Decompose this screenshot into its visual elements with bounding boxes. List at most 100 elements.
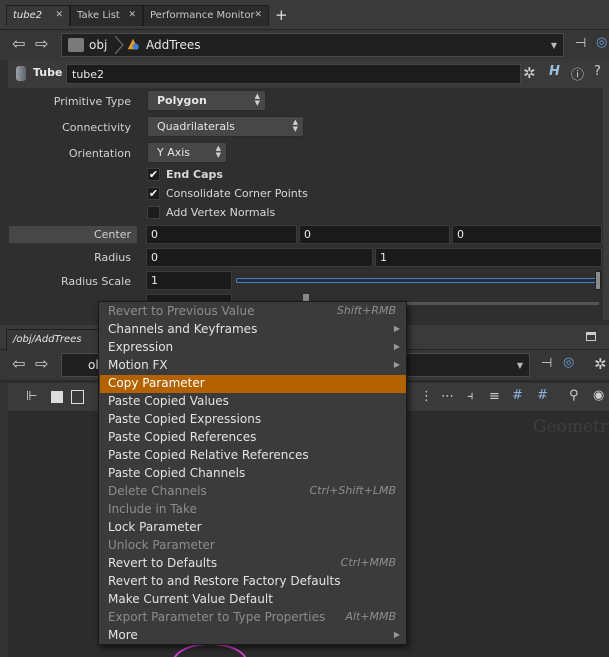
- menu-item-shortcut: Alt+MMB: [345, 610, 396, 623]
- back-arrow-icon[interactable]: ⇦: [12, 34, 25, 53]
- menu-item-label: Paste Copied References: [108, 430, 257, 444]
- node-name-field[interactable]: tube2: [66, 64, 521, 84]
- close-icon[interactable]: ✕: [254, 10, 262, 20]
- menu-item-paste-copied-values[interactable]: Paste Copied Values: [100, 393, 406, 411]
- menu-item-shortcut: Shift+RMB: [336, 304, 396, 317]
- tab-tube2[interactable]: tube2 ✕: [6, 5, 70, 26]
- gear-icon[interactable]: ✲: [523, 64, 536, 82]
- radius-bottom-field[interactable]: 0: [146, 248, 373, 267]
- vertex-normals-checkbox[interactable]: [147, 206, 160, 219]
- close-icon[interactable]: ✕: [55, 10, 63, 20]
- orientation-value: Y Axis: [157, 146, 191, 159]
- consolidate-checkbox[interactable]: ✔: [147, 187, 160, 200]
- end-caps-checkbox[interactable]: ✔: [147, 168, 160, 181]
- close-icon[interactable]: ✕: [128, 10, 136, 20]
- menu-item-expression[interactable]: Expression ▶: [100, 339, 406, 357]
- breadcrumb-separator-icon: [114, 36, 124, 54]
- pin-icon[interactable]: ⊣: [541, 356, 552, 371]
- tab-label: Take List: [77, 10, 120, 21]
- breadcrumb-node[interactable]: AddTrees: [146, 38, 201, 52]
- radius-scale-field[interactable]: 1: [146, 271, 232, 290]
- orientation-menu[interactable]: Y Axis ▲ ▼: [147, 142, 227, 163]
- geometry-node-icon: [127, 38, 139, 50]
- path-breadcrumb[interactable]: obj AddTrees ▼: [61, 33, 564, 57]
- link-icon[interactable]: ◎: [563, 355, 574, 370]
- spinner-arrows-icon: ▲ ▼: [254, 92, 260, 107]
- spinner-arrows-icon: ▲ ▼: [292, 118, 298, 133]
- snap-grid-icon[interactable]: #: [512, 388, 523, 403]
- eye-icon[interactable]: ◉: [593, 388, 604, 403]
- left-gutter: [0, 383, 8, 657]
- menu-item-label: Lock Parameter: [108, 520, 202, 534]
- menu-item-lock-parameter[interactable]: Lock Parameter: [100, 519, 406, 537]
- menu-item-unlock-parameter: Unlock Parameter: [100, 537, 406, 555]
- menu-item-label: Revert to Defaults: [108, 556, 218, 570]
- forward-arrow-icon[interactable]: ⇨: [35, 34, 48, 53]
- primitive-type-menu[interactable]: Polygon ▲ ▼: [147, 90, 266, 111]
- help-h-icon[interactable]: H: [549, 64, 560, 79]
- info-icon[interactable]: ⓘ: [571, 64, 584, 83]
- help-icon[interactable]: ?: [594, 64, 601, 79]
- radius-scale-slider[interactable]: [236, 278, 599, 283]
- center-x-field[interactable]: 0: [146, 225, 297, 244]
- tab-label: tube2: [13, 10, 43, 21]
- forward-arrow-icon[interactable]: ⇨: [35, 354, 48, 373]
- connectivity-label: Connectivity: [62, 121, 131, 134]
- submenu-arrow-icon: ▶: [393, 630, 400, 639]
- align-horizontal-icon[interactable]: ⋯: [441, 389, 454, 404]
- connectivity-value: Quadrilaterals: [157, 120, 235, 133]
- align-icon[interactable]: ⋮: [420, 389, 433, 404]
- pin-icon[interactable]: ⊣: [575, 36, 586, 51]
- menu-item-label: Delete Channels: [108, 484, 207, 498]
- tree-view-icon[interactable]: ⊩: [26, 389, 37, 404]
- dropdown-arrow-icon[interactable]: ▼: [517, 361, 523, 370]
- sheet-view-icon[interactable]: [71, 390, 84, 404]
- list-view-icon[interactable]: [51, 391, 63, 403]
- tab-obj-addtrees[interactable]: /obj/AddTrees: [6, 329, 101, 350]
- add-tab-icon[interactable]: +: [275, 6, 288, 24]
- vertex-normals-label: Add Vertex Normals: [166, 206, 276, 219]
- center-label: Center: [93, 228, 131, 241]
- dropdown-arrow-icon[interactable]: ▼: [551, 41, 557, 50]
- grid-icon[interactable]: #: [537, 388, 548, 403]
- center-z-field[interactable]: 0: [452, 225, 602, 244]
- center-y-field[interactable]: 0: [299, 225, 450, 244]
- menu-item-label: Export Parameter to Type Properties: [108, 610, 326, 624]
- connectivity-menu[interactable]: Quadrilaterals ▲ ▼: [147, 116, 304, 137]
- menu-item-make-current-value-default[interactable]: Make Current Value Default: [100, 591, 406, 609]
- menu-item-label: Paste Copied Values: [108, 394, 229, 408]
- menu-item-label: Make Current Value Default: [108, 592, 273, 606]
- gear-icon[interactable]: ✲: [594, 355, 607, 373]
- radius-scale-slider-handle[interactable]: [595, 271, 601, 290]
- breadcrumb-obj[interactable]: obj: [89, 38, 107, 52]
- menu-item-channels-and-keyframes[interactable]: Channels and Keyframes ▶: [100, 321, 406, 339]
- maximize-icon[interactable]: [586, 332, 596, 341]
- menu-item-label: Revert to and Restore Factory Defaults: [108, 574, 341, 588]
- menu-item-paste-copied-channels[interactable]: Paste Copied Channels: [100, 465, 406, 483]
- menu-item-motion-fx[interactable]: Motion FX ▶: [100, 357, 406, 375]
- menu-item-paste-copied-expressions[interactable]: Paste Copied Expressions: [100, 411, 406, 429]
- menu-item-paste-copied-relative-references[interactable]: Paste Copied Relative References: [100, 447, 406, 465]
- menu-item-paste-copied-references[interactable]: Paste Copied References: [100, 429, 406, 447]
- tube-node-icon: [16, 66, 26, 81]
- menu-item-label: Revert to Previous Value: [108, 304, 255, 318]
- obj-icon: [68, 38, 84, 52]
- node-type-label: Tube: [33, 66, 63, 79]
- submenu-arrow-icon: ▶: [393, 324, 400, 333]
- link-icon[interactable]: ◎: [596, 35, 607, 50]
- parameter-scrollbar[interactable]: [603, 88, 609, 320]
- menu-item-revert-to-defaults[interactable]: Revert to Defaults Ctrl+MMB: [100, 555, 406, 573]
- menu-item-more[interactable]: More ▶: [100, 627, 406, 645]
- menu-item-delete-channels: Delete Channels Ctrl+Shift+LMB: [100, 483, 406, 501]
- radius-top-field[interactable]: 1: [375, 248, 602, 267]
- primitive-type-value: Polygon: [157, 94, 207, 107]
- search-icon[interactable]: ⚲: [569, 388, 579, 403]
- align-vertical-icon[interactable]: ⫞: [467, 389, 474, 404]
- menu-item-copy-parameter[interactable]: Copy Parameter: [100, 375, 406, 393]
- distribute-icon[interactable]: ≡: [489, 389, 500, 404]
- back-arrow-icon[interactable]: ⇦: [12, 354, 25, 373]
- menu-item-shortcut: Ctrl+MMB: [340, 556, 396, 569]
- tab-take-list[interactable]: Take List ✕: [70, 5, 143, 26]
- menu-item-revert-to-and-restore-factory-defaults[interactable]: Revert to and Restore Factory Defaults: [100, 573, 406, 591]
- tab-performance-monitor[interactable]: Performance Monitor ✕: [143, 5, 269, 26]
